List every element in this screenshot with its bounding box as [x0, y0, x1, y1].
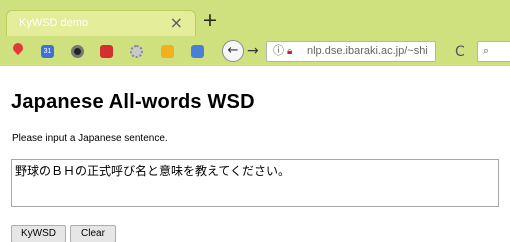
- calendar-icon[interactable]: 31: [41, 45, 54, 58]
- youtube-icon[interactable]: [100, 45, 113, 58]
- clear-button[interactable]: Clear: [70, 225, 116, 242]
- address-bar[interactable]: ⓘ 🔒︎ nlp.dse.ibaraki.ac.jp/~shi: [266, 41, 436, 62]
- url-text[interactable]: nlp.dse.ibaraki.ac.jp/~shi: [307, 42, 428, 61]
- input-prompt: Please input a Japanese sentence.: [12, 133, 168, 144]
- info-icon[interactable]: ⓘ: [273, 42, 284, 61]
- navigation-buttons: ← →: [222, 40, 262, 62]
- browser-tab[interactable]: KyWSD demo ×: [6, 10, 196, 36]
- translate-icon[interactable]: [191, 45, 204, 58]
- page-title: Japanese All-words WSD: [11, 91, 255, 113]
- gear-icon[interactable]: [130, 45, 143, 58]
- insecure-lock-icon[interactable]: 🔒︎: [287, 42, 292, 61]
- map-pin-icon[interactable]: [10, 40, 26, 56]
- back-arrow-icon[interactable]: ←: [222, 40, 244, 62]
- new-tab-icon[interactable]: +: [201, 9, 219, 31]
- kywsd-button[interactable]: KyWSD: [11, 225, 66, 242]
- browser-chrome: KyWSD demo × + 31 ← → ⓘ 🔒︎ nlp.dse.ibara…: [0, 0, 510, 66]
- reload-icon[interactable]: C: [455, 45, 465, 59]
- forward-arrow-icon[interactable]: →: [247, 41, 259, 61]
- browser-toolbar: 31 ← → ⓘ 🔒︎ nlp.dse.ibaraki.ac.jp/~shi C…: [0, 36, 510, 66]
- tab-close-icon[interactable]: ×: [170, 13, 183, 33]
- search-icon: ⌕: [483, 44, 490, 57]
- tab-title: KyWSD demo: [19, 17, 89, 29]
- chrome-icon[interactable]: [71, 45, 84, 58]
- checklist-icon[interactable]: [161, 45, 174, 58]
- sentence-input[interactable]: 野球のＢＨの正式呼び名と意味を教えてください。: [11, 159, 499, 207]
- browser-search-box[interactable]: ⌕: [477, 41, 510, 62]
